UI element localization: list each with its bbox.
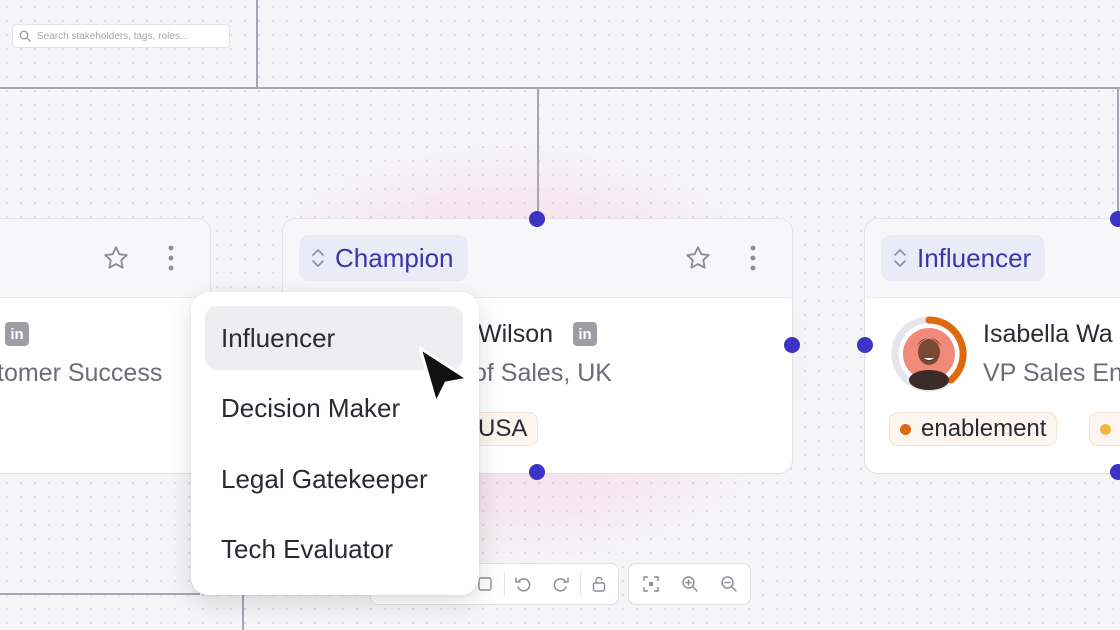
chevron-updown-icon (894, 249, 906, 267)
tag-bullet (1100, 423, 1111, 435)
topic-tag: enablement (889, 412, 1058, 446)
connection-handle[interactable] (784, 337, 800, 353)
tag-bullet (900, 423, 911, 435)
stakeholder-title: of Sales, UK (473, 359, 612, 387)
role-label: Champion (335, 242, 454, 273)
search-input[interactable] (35, 29, 229, 43)
connector-line (256, 0, 258, 88)
linkedin-icon[interactable]: in (5, 322, 29, 346)
stakeholder-card-left[interactable]: in tomer Success (0, 218, 211, 474)
redo-icon[interactable] (542, 564, 580, 604)
connection-handle[interactable] (1110, 464, 1120, 480)
undo-icon[interactable] (504, 564, 542, 604)
role-label: Influencer (917, 242, 1032, 273)
star-icon[interactable] (683, 243, 713, 273)
connection-handle[interactable] (529, 464, 545, 480)
star-icon[interactable] (101, 243, 131, 273)
mouse-pointer-icon (418, 346, 470, 405)
connection-handle[interactable] (1110, 211, 1120, 227)
zoom-out-icon[interactable] (709, 564, 748, 604)
more-vertical-icon[interactable] (738, 243, 768, 273)
linkedin-icon[interactable]: in (573, 322, 597, 346)
search-icon (19, 30, 31, 42)
stakeholder-name: Isabella Wa (983, 320, 1113, 348)
topic-tag-secondary (1089, 412, 1120, 446)
fit-view-icon[interactable] (631, 564, 670, 604)
connector-line (242, 595, 244, 630)
stakeholder-title: VP Sales En (983, 359, 1120, 387)
connection-handle[interactable] (529, 211, 545, 227)
stakeholder-card-influencer[interactable]: Influencer Isabella Wa VP Sales En enabl… (864, 218, 1120, 474)
connector-line (0, 593, 200, 595)
role-selector[interactable]: Influencer (881, 235, 1046, 281)
card-header (0, 219, 210, 298)
role-selector[interactable]: Champion (299, 235, 468, 281)
card-header: Influencer (865, 219, 1120, 298)
more-vertical-icon[interactable] (156, 243, 186, 273)
connector-line (1117, 88, 1119, 220)
stakeholder-title: tomer Success (0, 359, 163, 387)
zoom-in-icon[interactable] (670, 564, 709, 604)
connection-handle[interactable] (857, 337, 873, 353)
canvas-zoom-toolbar (628, 563, 751, 605)
connector-line (0, 87, 1120, 89)
menu-item-legal-gatekeeper[interactable]: Legal Gatekeeper (205, 447, 463, 511)
role-dropdown-menu: Influencer Decision Maker Legal Gatekeep… (191, 292, 479, 595)
avatar (891, 316, 967, 392)
menu-item-tech-evaluator[interactable]: Tech Evaluator (205, 517, 463, 581)
card-header: Champion (283, 219, 792, 298)
connector-line (537, 88, 539, 220)
stakeholder-name: Wilson (478, 320, 554, 348)
search-bar[interactable] (12, 24, 230, 48)
unlock-icon[interactable] (580, 564, 618, 604)
chevron-updown-icon (312, 249, 324, 267)
